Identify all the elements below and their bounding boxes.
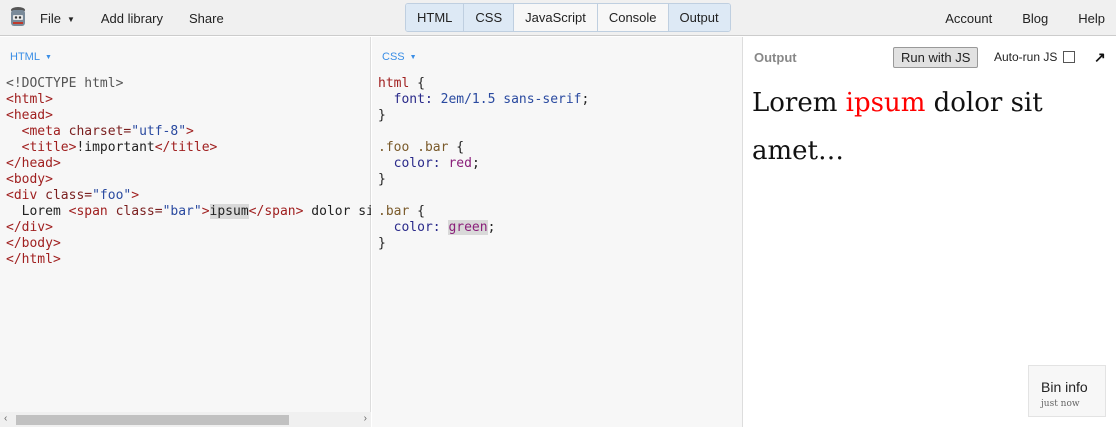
code-token: > xyxy=(201,204,210,219)
code-token: } xyxy=(378,236,386,251)
code-token: > xyxy=(186,124,194,139)
output-preview: Lorem ipsum dolor sit amet… xyxy=(752,79,1108,175)
caret-down-icon: ▼ xyxy=(44,54,52,61)
css-panel-label[interactable]: CSS ▼ xyxy=(382,51,417,63)
menu-right: Account Blog Help xyxy=(945,0,1105,36)
css-panel-label-text: CSS xyxy=(382,51,405,63)
scroll-left-arrow-icon[interactable]: ‹ xyxy=(4,413,7,424)
caret-down-icon: ▼ xyxy=(409,54,417,61)
code-token: <meta xyxy=(6,124,69,139)
code-token: <span xyxy=(68,204,116,219)
html-panel[interactable]: HTML ▼ <!DOCTYPE html> <html> <head> <met… xyxy=(0,37,371,427)
share-menu[interactable]: Share xyxy=(189,11,224,26)
file-menu[interactable]: File ▼ xyxy=(40,11,75,26)
code-token: </span> xyxy=(248,204,304,219)
code-token: charset= xyxy=(68,124,132,139)
output-panel-label: Output xyxy=(754,50,797,65)
code-line: <html> xyxy=(6,92,53,107)
caret-down-icon: ▼ xyxy=(66,14,75,24)
code-token: class= xyxy=(115,204,163,219)
code-token: </title> xyxy=(154,140,218,155)
code-token: "utf-8" xyxy=(131,124,187,139)
html-code-editor[interactable]: <!DOCTYPE html> <html> <head> <meta char… xyxy=(6,76,371,268)
code-token: ; xyxy=(471,156,480,171)
scrollbar-thumb[interactable] xyxy=(16,415,289,425)
code-token: { xyxy=(409,204,425,219)
css-code-editor[interactable]: html { font: 2em/1.5 sans-serif; } .foo … xyxy=(378,76,589,252)
code-token: .foo .bar xyxy=(378,140,449,155)
jsbin-logo-icon[interactable] xyxy=(8,6,28,30)
code-token: html xyxy=(378,76,410,91)
code-token: ; xyxy=(487,220,496,235)
bin-info-panel[interactable]: Bin info just now xyxy=(1028,365,1106,417)
autorun-js-checkbox[interactable] xyxy=(1063,51,1076,63)
scroll-right-arrow-icon[interactable]: › xyxy=(364,413,367,424)
code-line: <!DOCTYPE html> xyxy=(6,76,124,91)
bin-info-title: Bin info xyxy=(1041,379,1088,395)
tab-css[interactable]: CSS xyxy=(464,4,515,31)
code-token: } xyxy=(378,108,386,123)
code-token: !important xyxy=(76,140,155,155)
code-token: { xyxy=(409,76,425,91)
tab-javascript[interactable]: JavaScript xyxy=(514,4,598,31)
add-library-menu[interactable]: Add library xyxy=(101,11,163,26)
expand-arrow-icon[interactable]: ↗ xyxy=(1094,49,1106,66)
code-line: <body> xyxy=(6,172,53,187)
code-token: <div xyxy=(6,188,46,203)
code-token: > xyxy=(131,188,140,203)
menu-left: File ▼ Add library Share xyxy=(40,0,250,36)
file-menu-label: File xyxy=(40,10,61,26)
output-panel: Output Run with JS Auto-run JS ↗ Lorem i… xyxy=(744,37,1116,427)
top-toolbar: File ▼ Add library Share HTML CSS JavaScr… xyxy=(0,0,1116,36)
autorun-js-label: Auto-run JS xyxy=(994,50,1058,64)
html-panel-label-text: HTML xyxy=(10,51,40,63)
code-token: Lorem xyxy=(6,204,69,219)
output-text-red: ipsum xyxy=(845,88,926,118)
horizontal-scrollbar[interactable]: ‹ › xyxy=(0,412,371,427)
code-token: color: xyxy=(378,156,449,171)
code-token-highlighted: ipsum xyxy=(209,204,249,219)
code-token: { xyxy=(448,140,465,155)
code-line: </head> xyxy=(6,156,61,171)
output-text: Lorem xyxy=(752,88,846,118)
code-token: "foo" xyxy=(92,188,132,203)
code-token: class= xyxy=(45,188,93,203)
tab-console[interactable]: Console xyxy=(598,4,669,31)
code-line: </body> xyxy=(6,236,61,251)
help-menu[interactable]: Help xyxy=(1078,11,1105,26)
code-token: font: xyxy=(378,92,441,107)
html-panel-label[interactable]: HTML ▼ xyxy=(10,51,52,63)
code-token: color: xyxy=(378,220,449,235)
code-line: </html> xyxy=(6,252,61,267)
code-line: </div> xyxy=(6,220,53,235)
run-with-js-button[interactable]: Run with JS xyxy=(893,47,979,68)
tab-output[interactable]: Output xyxy=(668,4,730,31)
tab-html[interactable]: HTML xyxy=(406,4,465,31)
account-menu[interactable]: Account xyxy=(945,11,992,26)
code-token: 2em/1.5 sans-serif xyxy=(440,92,582,107)
blog-link[interactable]: Blog xyxy=(1022,11,1048,26)
bin-info-subtitle: just now xyxy=(1041,399,1080,409)
code-token: "bar" xyxy=(162,204,202,219)
panel-tabs: HTML CSS JavaScript Console Output xyxy=(405,3,731,32)
code-token: ; xyxy=(581,92,590,107)
code-line: <head> xyxy=(6,108,53,123)
code-token: dolor sit amet xyxy=(311,204,371,219)
autorun-js-toggle[interactable]: Auto-run JS xyxy=(994,50,1076,64)
code-token: red xyxy=(448,156,472,171)
css-panel[interactable]: CSS ▼ html { font: 2em/1.5 sans-serif; } … xyxy=(372,37,743,427)
code-token: } xyxy=(378,172,386,187)
code-token-highlighted: green xyxy=(448,220,488,235)
code-token: <title> xyxy=(6,140,77,155)
code-token: .bar xyxy=(378,204,410,219)
